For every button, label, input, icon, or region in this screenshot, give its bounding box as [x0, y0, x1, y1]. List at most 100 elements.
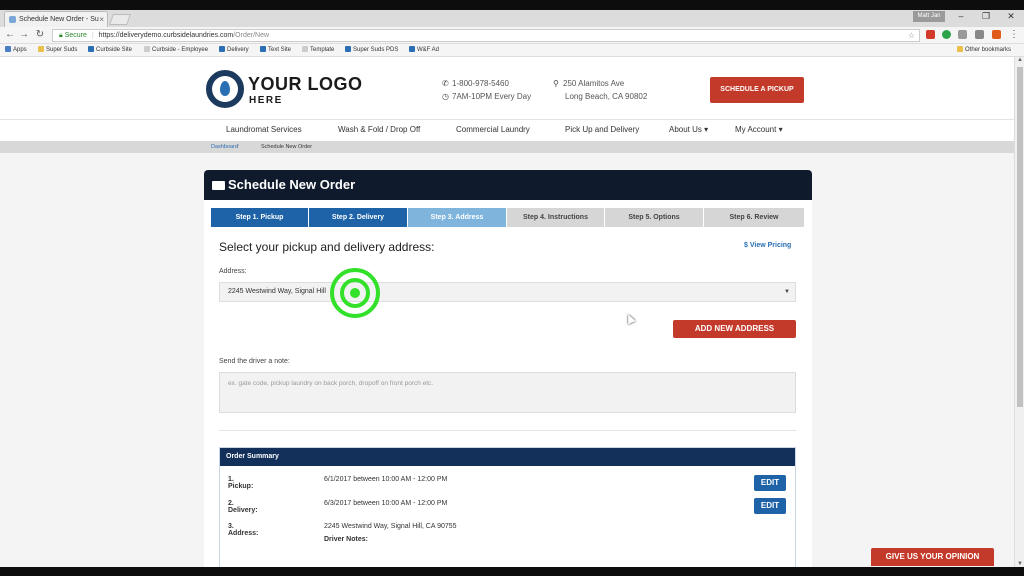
driver-note-label: Send the driver a note:: [219, 358, 290, 365]
extension-icon[interactable]: [958, 30, 967, 39]
scroll-up-icon[interactable]: ▲: [1015, 57, 1024, 63]
breadcrumb-current: Schedule New Order: [261, 141, 312, 153]
menu-kebab-icon[interactable]: ⋮: [1008, 29, 1020, 40]
order-summary: Order Summary 1. Pickup: 6/1/2017 betwee…: [219, 447, 796, 567]
add-new-address-button[interactable]: ADD NEW ADDRESS: [673, 320, 796, 338]
minimize-button[interactable]: –: [950, 11, 972, 21]
dollar-icon: [219, 46, 225, 52]
summary-value: 6/3/2017 between 10:00 AM - 12:00 PM: [324, 500, 447, 507]
browser-tab-title: Schedule New Order - Su: [19, 16, 99, 23]
bookmark-text-site[interactable]: Text Site: [260, 44, 291, 56]
step-options[interactable]: Step 5. Options: [605, 208, 704, 227]
summary-value: 2245 Westwind Way, Signal Hill, CA 90755: [324, 523, 457, 530]
order-steps: Step 1. Pickup Step 2. Delivery Step 3. …: [211, 208, 804, 227]
bookmark-curbside-employee[interactable]: Curbside - Employee: [144, 44, 208, 56]
new-tab-button[interactable]: [109, 14, 131, 25]
bookmark-apps[interactable]: Apps: [5, 44, 27, 56]
view-pricing-link[interactable]: $ View Pricing: [744, 242, 791, 249]
close-window-button[interactable]: ✕: [1000, 11, 1022, 22]
url-path: /Order/New: [233, 32, 269, 39]
url-host: https://deliverydemo.curbsidelaundries.c…: [99, 32, 234, 39]
phone-icon: ✆: [442, 79, 452, 88]
web-page: YOUR LOGO HERE ✆1-800-978-5460 ◷7AM-10PM…: [0, 57, 1014, 567]
page-icon: [302, 46, 308, 52]
schedule-pickup-button[interactable]: SCHEDULE A PICKUP: [710, 77, 804, 103]
summary-key: 1. Pickup:: [228, 476, 253, 490]
edit-delivery-button[interactable]: EDIT: [754, 498, 786, 514]
map-pin-icon: ⚲: [553, 79, 563, 88]
bookmark-curbside-site[interactable]: Curbside Site: [88, 44, 132, 56]
phone-number[interactable]: ✆1-800-978-5460: [442, 79, 509, 88]
logo-subtext: HERE: [249, 95, 283, 106]
nav-wash-fold[interactable]: Wash & Fold / Drop Off: [338, 125, 420, 134]
breadcrumb-separator: /: [237, 141, 239, 153]
browser-tab[interactable]: Schedule New Order - Su ×: [4, 11, 108, 27]
site-icon: [88, 46, 94, 52]
bookmark-other[interactable]: Other bookmarks: [957, 44, 1011, 56]
step-instructions[interactable]: Step 4. Instructions: [507, 208, 605, 227]
dollar-icon: [409, 46, 415, 52]
panel-header: Schedule New Order: [204, 170, 812, 200]
summary-key: 2. Delivery:: [228, 500, 258, 514]
step-address[interactable]: Step 3. Address: [408, 208, 507, 227]
chevron-down-icon: ▾: [704, 125, 708, 134]
order-panel: Schedule New Order Step 1. Pickup Step 2…: [204, 170, 812, 567]
bookmark-template[interactable]: Template: [302, 44, 334, 56]
favicon-icon: [9, 16, 16, 23]
logo-icon[interactable]: [206, 70, 244, 108]
folder-icon: [957, 46, 963, 52]
address-line-2: Long Beach, CA 90802: [565, 92, 647, 101]
bookmark-super-suds-pds[interactable]: Super Suds PDS: [345, 44, 398, 56]
bookmark-super-suds[interactable]: Super Suds: [38, 44, 77, 56]
clock-icon: ◷: [442, 92, 452, 101]
scroll-down-icon[interactable]: ▼: [1015, 561, 1024, 567]
forward-arrow-icon[interactable]: →: [18, 29, 30, 40]
site-header: YOUR LOGO HERE ✆1-800-978-5460 ◷7AM-10PM…: [0, 57, 1014, 119]
edit-pickup-button[interactable]: EDIT: [754, 475, 786, 491]
step-pickup[interactable]: Step 1. Pickup: [211, 208, 309, 227]
nav-my-account[interactable]: My Account ▾: [735, 125, 783, 134]
order-summary-title: Order Summary: [220, 448, 795, 466]
driver-note-textarea[interactable]: ex. gate code, pickup laundry on back po…: [219, 372, 796, 413]
chevron-down-icon: ▾: [779, 125, 783, 134]
click-target-highlight-icon: [330, 268, 380, 318]
office-extension-icon[interactable]: [992, 30, 1001, 39]
bookmark-wf-ad[interactable]: W&F Ad: [409, 44, 439, 56]
nav-pickup-delivery[interactable]: Pick Up and Delivery: [565, 125, 639, 134]
bookmarks-bar: Apps Super Suds Curbside Site Curbside -…: [0, 44, 1024, 57]
nav-laundromat-services[interactable]: Laundromat Services: [226, 125, 302, 134]
opera-extension-icon[interactable]: [926, 30, 935, 39]
secure-label: Secure: [65, 32, 87, 39]
browser-tab-strip: Schedule New Order - Su × Matt Jan – ❐ ✕: [0, 10, 1024, 27]
url-bar[interactable]: 🔒︎ Secure | https://deliverydemo.curbsid…: [52, 29, 920, 42]
step-delivery[interactable]: Step 2. Delivery: [309, 208, 408, 227]
reload-icon[interactable]: ↻: [34, 29, 46, 40]
lock-icon: 🔒︎: [59, 32, 63, 39]
address-label: Address:: [219, 268, 247, 275]
cast-icon[interactable]: [975, 30, 984, 39]
address-select[interactable]: 2245 Westwind Way, Signal Hill ▼: [219, 282, 796, 302]
nav-about-us[interactable]: About Us ▾: [669, 125, 708, 134]
bookmark-star-icon[interactable]: ☆: [908, 30, 915, 42]
feedback-button[interactable]: GIVE US YOUR OPINION: [871, 548, 994, 566]
back-arrow-icon[interactable]: ←: [4, 29, 16, 40]
driver-notes-label: Driver Notes:: [324, 536, 368, 543]
scrollbar-thumb[interactable]: [1017, 67, 1023, 407]
business-hours: ◷7AM-10PM Every Day: [442, 92, 531, 101]
dollar-icon: [345, 46, 351, 52]
summary-key: 3. Address:: [228, 523, 258, 537]
user-profile-badge[interactable]: Matt Jan: [913, 11, 945, 22]
close-tab-icon[interactable]: ×: [99, 12, 104, 27]
green-extension-icon[interactable]: [942, 30, 951, 39]
breadcrumb-dashboard[interactable]: Dashboard: [211, 141, 238, 153]
main-nav: Laundromat Services Wash & Fold / Drop O…: [0, 119, 1014, 141]
step-review[interactable]: Step 6. Review: [704, 208, 804, 227]
page-scrollbar[interactable]: ▲ ▼: [1014, 57, 1024, 567]
folder-icon: [38, 46, 44, 52]
restore-button[interactable]: ❐: [975, 11, 997, 22]
nav-commercial-laundry[interactable]: Commercial Laundry: [456, 125, 530, 134]
bookmark-delivery[interactable]: Delivery: [219, 44, 249, 56]
divider: [219, 430, 796, 431]
logo-text[interactable]: YOUR LOGO: [248, 74, 363, 95]
truck-icon: [212, 181, 225, 190]
